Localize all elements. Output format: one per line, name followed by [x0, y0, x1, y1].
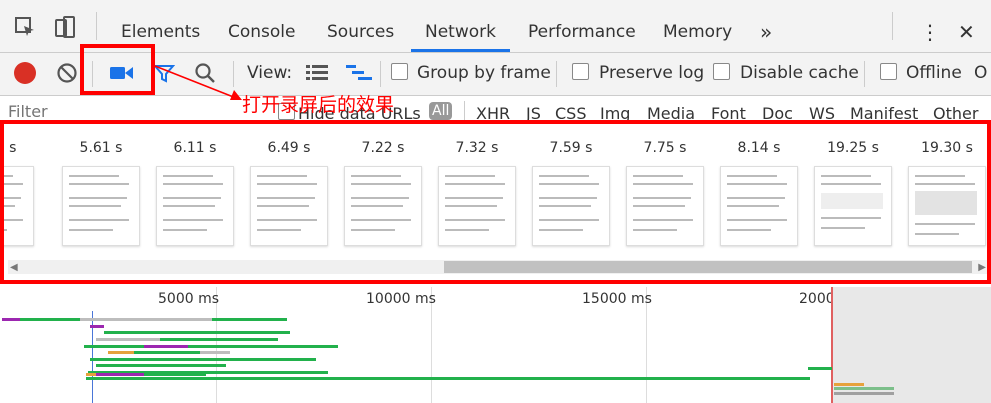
- record-icon[interactable]: [14, 62, 36, 84]
- tab-sources[interactable]: Sources: [327, 0, 394, 52]
- timeline-tick-label: 10000 ms: [366, 291, 436, 307]
- request-bar: [108, 351, 134, 354]
- group-by-frame-checkbox[interactable]: [391, 63, 408, 80]
- request-bar: [834, 392, 894, 395]
- disable-cache-label: Disable cache: [740, 63, 859, 83]
- request-bar: [96, 338, 160, 341]
- request-bar: [144, 345, 188, 348]
- offline-label: Offline: [906, 63, 962, 83]
- divider: [556, 61, 557, 87]
- throttling-select-truncated[interactable]: O: [974, 63, 987, 83]
- divider: [96, 12, 97, 40]
- tab-console[interactable]: Console: [228, 0, 296, 52]
- request-bar: [90, 358, 316, 361]
- annotation-arrow-icon: [154, 65, 242, 100]
- request-bar: [160, 338, 278, 341]
- clear-icon[interactable]: [56, 62, 78, 88]
- offline-checkbox[interactable]: [880, 63, 897, 80]
- waterfall-overview-icon[interactable]: [346, 64, 372, 86]
- request-bar: [200, 351, 230, 354]
- request-bar: [144, 373, 206, 376]
- tab-memory[interactable]: Memory: [663, 0, 732, 52]
- request-bar: [134, 351, 200, 354]
- view-label: View:: [247, 63, 293, 83]
- divider: [892, 12, 893, 40]
- request-bar: [84, 345, 144, 348]
- divider: [464, 101, 465, 121]
- timeline-tick-label: 15000 ms: [582, 291, 652, 307]
- request-bar: [104, 331, 290, 334]
- menu-icon[interactable]: ⋮: [920, 0, 940, 52]
- divider: [380, 61, 381, 87]
- divider: [864, 61, 865, 87]
- preserve-log-label: Preserve log: [599, 63, 705, 83]
- request-bar: [80, 318, 212, 321]
- group-by-frame-label: Group by frame: [417, 63, 551, 83]
- timeline-tick-label: 5000 ms: [158, 291, 220, 307]
- tab-performance[interactable]: Performance: [528, 0, 636, 52]
- request-bar: [96, 364, 226, 367]
- annotation-caption: 打开录屏后的效果: [242, 94, 395, 116]
- timeline-load-marker: [831, 287, 833, 403]
- request-bar: [86, 377, 810, 380]
- type-filter-all[interactable]: All: [429, 102, 453, 120]
- more-tabs-button[interactable]: »: [760, 0, 772, 52]
- annotation-highlight-screenshot-button: [80, 44, 155, 95]
- request-bar: [20, 318, 80, 321]
- annotation-highlight-filmstrip: [0, 120, 991, 284]
- request-bar: [808, 367, 832, 370]
- request-bar: [834, 383, 864, 386]
- request-bar: [188, 345, 338, 348]
- network-overview-timeline[interactable]: 5000 ms 10000 ms 15000 ms 20000 ms: [0, 287, 991, 403]
- request-bar: [2, 318, 20, 321]
- large-request-rows-icon[interactable]: [306, 64, 328, 86]
- disable-cache-checkbox[interactable]: [713, 63, 730, 80]
- inspect-element-icon[interactable]: [12, 14, 38, 40]
- request-bar: [212, 318, 287, 321]
- device-toolbar-icon[interactable]: [52, 14, 78, 40]
- close-icon[interactable]: ✕: [958, 0, 975, 52]
- request-bar: [834, 387, 894, 390]
- request-bar: [96, 373, 144, 376]
- preserve-log-checkbox[interactable]: [572, 63, 589, 80]
- tab-network[interactable]: Network: [411, 0, 510, 52]
- request-bar: [90, 325, 104, 328]
